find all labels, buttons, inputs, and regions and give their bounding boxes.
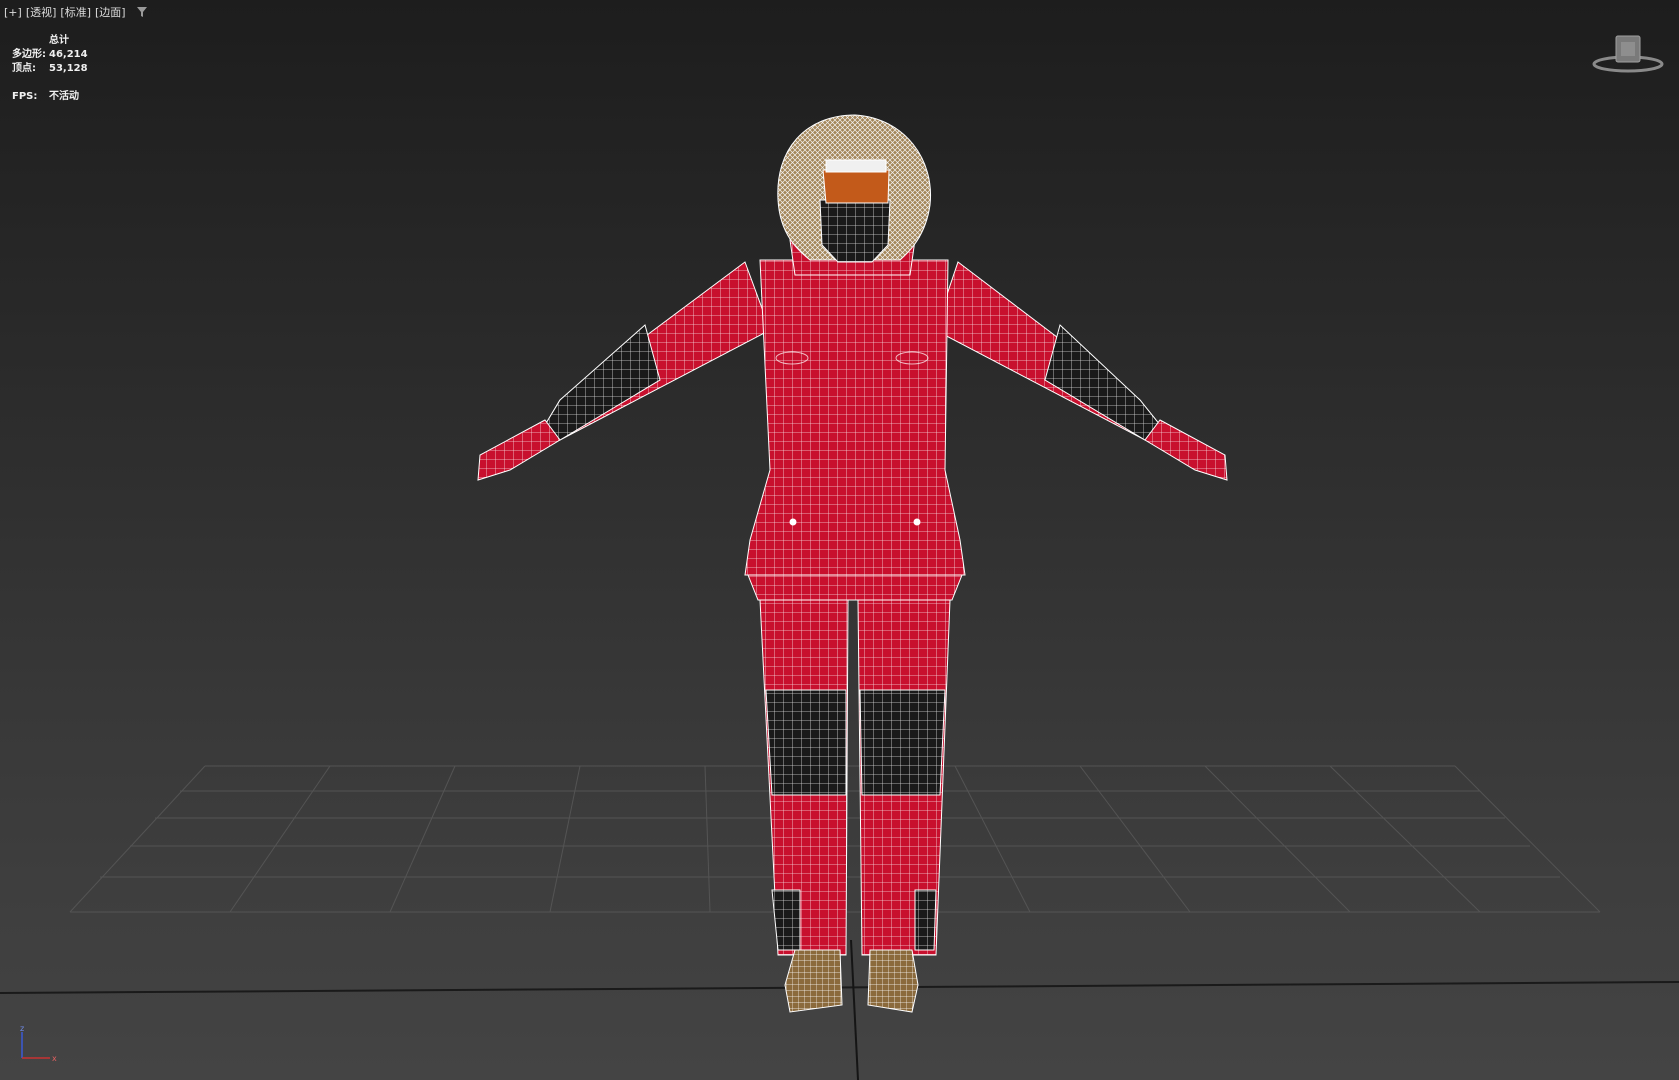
right-boot — [867, 949, 919, 1013]
right-cuff-dark — [914, 889, 937, 951]
left-sleeve-dark — [544, 324, 661, 441]
right-knee-dark — [859, 689, 946, 796]
axis-z-label: z — [20, 1024, 24, 1033]
left-cuff-dark — [771, 889, 801, 951]
goggles — [822, 169, 890, 204]
jacket-hem — [747, 574, 963, 601]
left-knee-dark — [765, 689, 847, 796]
right-hand — [1144, 419, 1228, 481]
left-hand — [477, 419, 561, 481]
face-mask — [819, 199, 891, 263]
scene-canvas — [0, 114, 1679, 1080]
perspective-viewport[interactable]: [+] [透视] [标准] [边面] 总计 多边形: 46,214 顶点: 53,1… — [0, 0, 1679, 1080]
left-boot — [784, 949, 843, 1013]
ground-vertical-axis — [850, 939, 859, 1080]
jacket-torso — [744, 259, 966, 576]
axis-x-label: x — [52, 1054, 57, 1063]
right-sleeve-dark — [1044, 324, 1161, 441]
axis-tripod-icon: z x — [20, 1024, 57, 1063]
